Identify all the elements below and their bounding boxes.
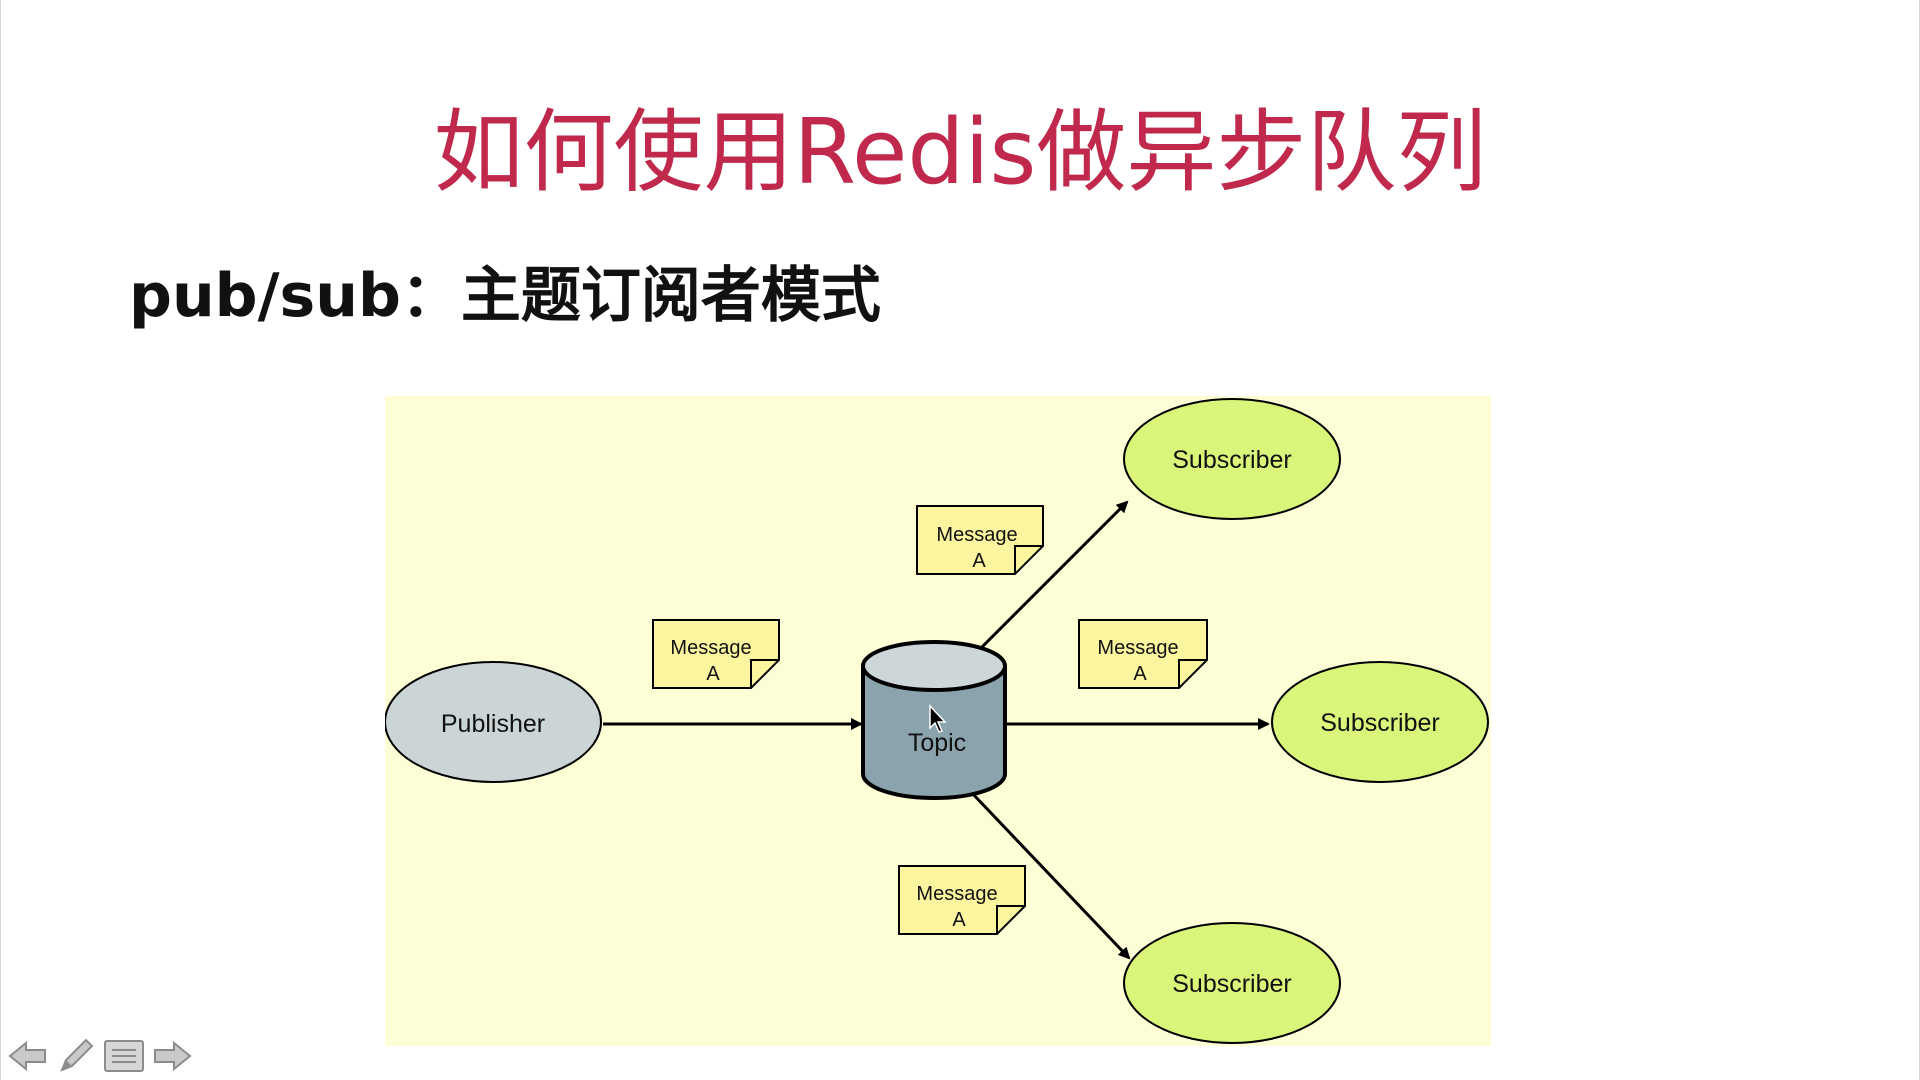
message-note-4-line1: Message [916,883,997,905]
message-note-2-line1: Message [936,524,1017,546]
message-note-2: Message A [916,505,1044,575]
subscriber-label-3: Subscriber [1172,970,1292,998]
message-note-1-line2: A [706,663,720,685]
message-note-3-line2: A [1133,663,1147,685]
subscriber-node-2: Subscriber [1271,661,1489,783]
subscriber-label-2: Subscriber [1320,709,1440,737]
message-note-1: Message A [652,619,780,689]
slide-title: 如何使用Redis做异步队列 [433,100,1487,205]
message-note-2-line2: A [972,550,986,572]
slide-menu-button[interactable] [103,1037,145,1075]
next-slide-button[interactable] [151,1037,193,1075]
subscriber-node-3: Subscriber [1123,922,1341,1044]
slide-subtitle: pub/sub：主题订阅者模式 [129,261,881,331]
pubsub-diagram-svg: Publisher Subscriber Subscriber Subscrib… [385,396,1491,1046]
arrow-right-icon [154,1040,192,1072]
pubsub-diagram: Publisher Subscriber Subscriber Subscrib… [385,396,1491,1046]
topic-label: Topic [908,729,966,757]
pen-tool-button[interactable] [55,1037,97,1075]
arrow-left-icon [8,1040,46,1072]
menu-icon [104,1040,144,1072]
publisher-label: Publisher [441,710,545,738]
publisher-node: Publisher [385,661,602,783]
prev-slide-button[interactable] [7,1037,49,1075]
slide: 如何使用Redis做异步队列 pub/sub：主题订阅者模式 Publisher [0,0,1920,1080]
subscriber-node-1: Subscriber [1123,398,1341,520]
slide-nav-toolbar [7,1036,193,1076]
message-note-4: Message A [898,865,1026,935]
subscriber-label-1: Subscriber [1172,446,1292,474]
message-note-3: Message A [1078,619,1208,689]
message-note-4-line2: A [952,909,966,931]
message-note-1-line1: Message [670,637,751,659]
pen-icon [60,1038,94,1072]
message-note-3-line1: Message [1097,637,1178,659]
